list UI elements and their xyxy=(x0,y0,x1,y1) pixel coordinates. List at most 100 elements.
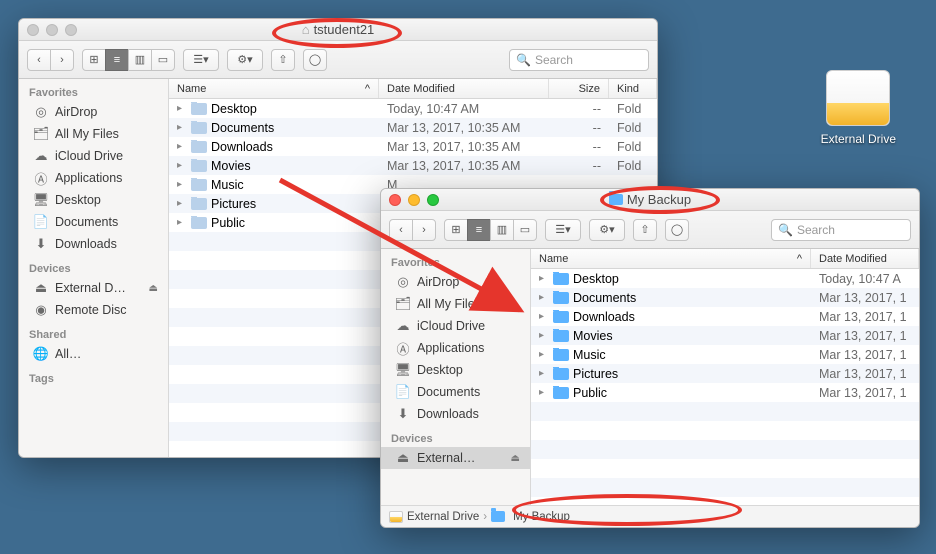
table-row[interactable]: ▸DocumentsMar 13, 2017, 10:35 AM--Fold xyxy=(169,118,657,137)
disclosure-triangle-icon[interactable]: ▸ xyxy=(539,292,549,303)
table-row[interactable]: ▸PublicMar 13, 2017, 1 xyxy=(531,383,919,402)
sidebar-item[interactable]: ⏏External…⏏ xyxy=(381,447,530,469)
disclosure-triangle-icon[interactable]: ▸ xyxy=(177,122,187,133)
col-size[interactable]: Size xyxy=(549,79,609,98)
minimize-button[interactable] xyxy=(46,24,58,36)
table-row[interactable]: ▸MoviesMar 13, 2017, 1 xyxy=(531,326,919,345)
table-row[interactable]: ▸PicturesMar 13, 2017, 1 xyxy=(531,364,919,383)
disclosure-triangle-icon[interactable]: ▸ xyxy=(177,198,187,209)
disclosure-triangle-icon[interactable]: ▸ xyxy=(539,273,549,284)
disclosure-triangle-icon[interactable]: ▸ xyxy=(539,330,549,341)
disclosure-triangle-icon[interactable]: ▸ xyxy=(539,311,549,322)
search-input[interactable]: 🔍 Search xyxy=(771,219,911,241)
toolbar: ‹ › ⊞ ≡ ▥ ▭ ☰▾ ⚙▾ ⇧ ◯ 🔍 Search xyxy=(19,41,657,79)
column-header[interactable]: Name^ Date Modified xyxy=(531,249,919,269)
disclosure-triangle-icon[interactable]: ▸ xyxy=(539,349,549,360)
table-row[interactable]: ▸DesktopToday, 10:47 AM--Fold xyxy=(169,99,657,118)
icon-view-button[interactable]: ⊞ xyxy=(82,49,106,71)
toolbar: ‹ › ⊞ ≡ ▥ ▭ ☰▾ ⚙▾ ⇧ ◯ 🔍 Search xyxy=(381,211,919,249)
eject-icon[interactable]: ⏏ xyxy=(511,453,520,464)
column-view-button[interactable]: ▥ xyxy=(490,219,514,241)
disclosure-triangle-icon[interactable]: ▸ xyxy=(177,103,187,114)
sidebar-item[interactable]: 📄Documents xyxy=(19,211,168,233)
folder-icon xyxy=(553,292,569,304)
col-name[interactable]: Name^ xyxy=(531,249,811,268)
desktop-icon: 🖥 xyxy=(395,362,411,378)
col-name[interactable]: Name^ xyxy=(169,79,379,98)
titlebar[interactable]: My Backup xyxy=(381,189,919,211)
zoom-button[interactable] xyxy=(65,24,77,36)
coverflow-view-button[interactable]: ▭ xyxy=(151,49,175,71)
sidebar-item[interactable]: 🖥Desktop xyxy=(381,359,530,381)
path-bar[interactable]: External Drive › My Backup xyxy=(381,505,919,527)
search-icon: 🔍 xyxy=(778,223,793,237)
sidebar-item[interactable]: 🖥Desktop xyxy=(19,189,168,211)
list-view-button[interactable]: ≡ xyxy=(467,219,491,241)
sidebar-item[interactable]: ⒶApplications xyxy=(381,337,530,359)
back-button[interactable]: ‹ xyxy=(389,219,413,241)
col-date[interactable]: Date Modified xyxy=(379,79,549,98)
col-date[interactable]: Date Modified xyxy=(811,249,919,268)
search-input[interactable]: 🔍 Search xyxy=(509,49,649,71)
coverflow-view-button[interactable]: ▭ xyxy=(513,219,537,241)
close-button[interactable] xyxy=(27,24,39,36)
close-button[interactable] xyxy=(389,194,401,206)
path-segment[interactable]: My Backup xyxy=(513,511,570,523)
path-segment[interactable]: External Drive xyxy=(407,511,479,523)
folder-icon xyxy=(191,103,207,115)
sidebar-item[interactable]: ⬇Downloads xyxy=(19,233,168,255)
sidebar-item[interactable]: ☁iCloud Drive xyxy=(381,315,530,337)
share-button[interactable]: ⇧ xyxy=(271,49,295,71)
arrange-button[interactable]: ☰▾ xyxy=(545,219,581,241)
sidebar-item[interactable]: 🗂All My Files xyxy=(381,293,530,315)
disclosure-triangle-icon[interactable]: ▸ xyxy=(539,368,549,379)
sidebar-item[interactable]: ⒶApplications xyxy=(19,167,168,189)
table-row[interactable]: ▸DownloadsMar 13, 2017, 1 xyxy=(531,307,919,326)
eject-icon[interactable]: ⏏ xyxy=(149,283,158,294)
sidebar-item[interactable]: 📄Documents xyxy=(381,381,530,403)
action-button[interactable]: ⚙▾ xyxy=(589,219,625,241)
column-header[interactable]: Name^ Date Modified Size Kind xyxy=(169,79,657,99)
tags-button[interactable]: ◯ xyxy=(303,49,327,71)
tags-button[interactable]: ◯ xyxy=(665,219,689,241)
sidebar-item[interactable]: ◎AirDrop xyxy=(19,101,168,123)
folder-icon xyxy=(609,194,623,205)
file-name: Public xyxy=(211,216,245,230)
icon-view-button[interactable]: ⊞ xyxy=(444,219,468,241)
sidebar-item[interactable]: ⏏External D…⏏ xyxy=(19,277,168,299)
cell-name: ▸Music xyxy=(169,178,379,192)
sidebar-item[interactable]: ⬇Downloads xyxy=(381,403,530,425)
column-view-button[interactable]: ▥ xyxy=(128,49,152,71)
external-drive-icon: ⏏ xyxy=(33,280,49,296)
titlebar[interactable]: ⌂ tstudent21 xyxy=(19,19,657,41)
forward-button[interactable]: › xyxy=(50,49,74,71)
col-kind[interactable]: Kind xyxy=(609,79,657,98)
disclosure-triangle-icon[interactable]: ▸ xyxy=(177,179,187,190)
table-row[interactable]: ▸DocumentsMar 13, 2017, 1 xyxy=(531,288,919,307)
sidebar-item[interactable]: ◉Remote Disc xyxy=(19,299,168,321)
disclosure-triangle-icon[interactable]: ▸ xyxy=(539,387,549,398)
disclosure-triangle-icon[interactable]: ▸ xyxy=(177,141,187,152)
zoom-button[interactable] xyxy=(427,194,439,206)
sidebar-item[interactable]: ◎AirDrop xyxy=(381,271,530,293)
sidebar-item[interactable]: ☁iCloud Drive xyxy=(19,145,168,167)
share-button[interactable]: ⇧ xyxy=(633,219,657,241)
folder-icon xyxy=(553,349,569,361)
sidebar-item[interactable]: 🗂All My Files xyxy=(19,123,168,145)
table-row[interactable]: ▸MusicMar 13, 2017, 1 xyxy=(531,345,919,364)
cell-date: Mar 13, 2017, 10:35 AM xyxy=(379,140,549,154)
arrange-button[interactable]: ☰▾ xyxy=(183,49,219,71)
search-icon: 🔍 xyxy=(516,53,531,67)
minimize-button[interactable] xyxy=(408,194,420,206)
list-view-button[interactable]: ≡ xyxy=(105,49,129,71)
disclosure-triangle-icon[interactable]: ▸ xyxy=(177,160,187,171)
sidebar-item[interactable]: 🌐All… xyxy=(19,343,168,365)
disclosure-triangle-icon[interactable]: ▸ xyxy=(177,217,187,228)
table-row[interactable]: ▸MoviesMar 13, 2017, 10:35 AM--Fold xyxy=(169,156,657,175)
forward-button[interactable]: › xyxy=(412,219,436,241)
external-drive-desktop-icon[interactable]: External Drive xyxy=(821,70,896,146)
back-button[interactable]: ‹ xyxy=(27,49,51,71)
table-row[interactable]: ▸DesktopToday, 10:47 A xyxy=(531,269,919,288)
action-button[interactable]: ⚙▾ xyxy=(227,49,263,71)
table-row[interactable]: ▸DownloadsMar 13, 2017, 10:35 AM--Fold xyxy=(169,137,657,156)
